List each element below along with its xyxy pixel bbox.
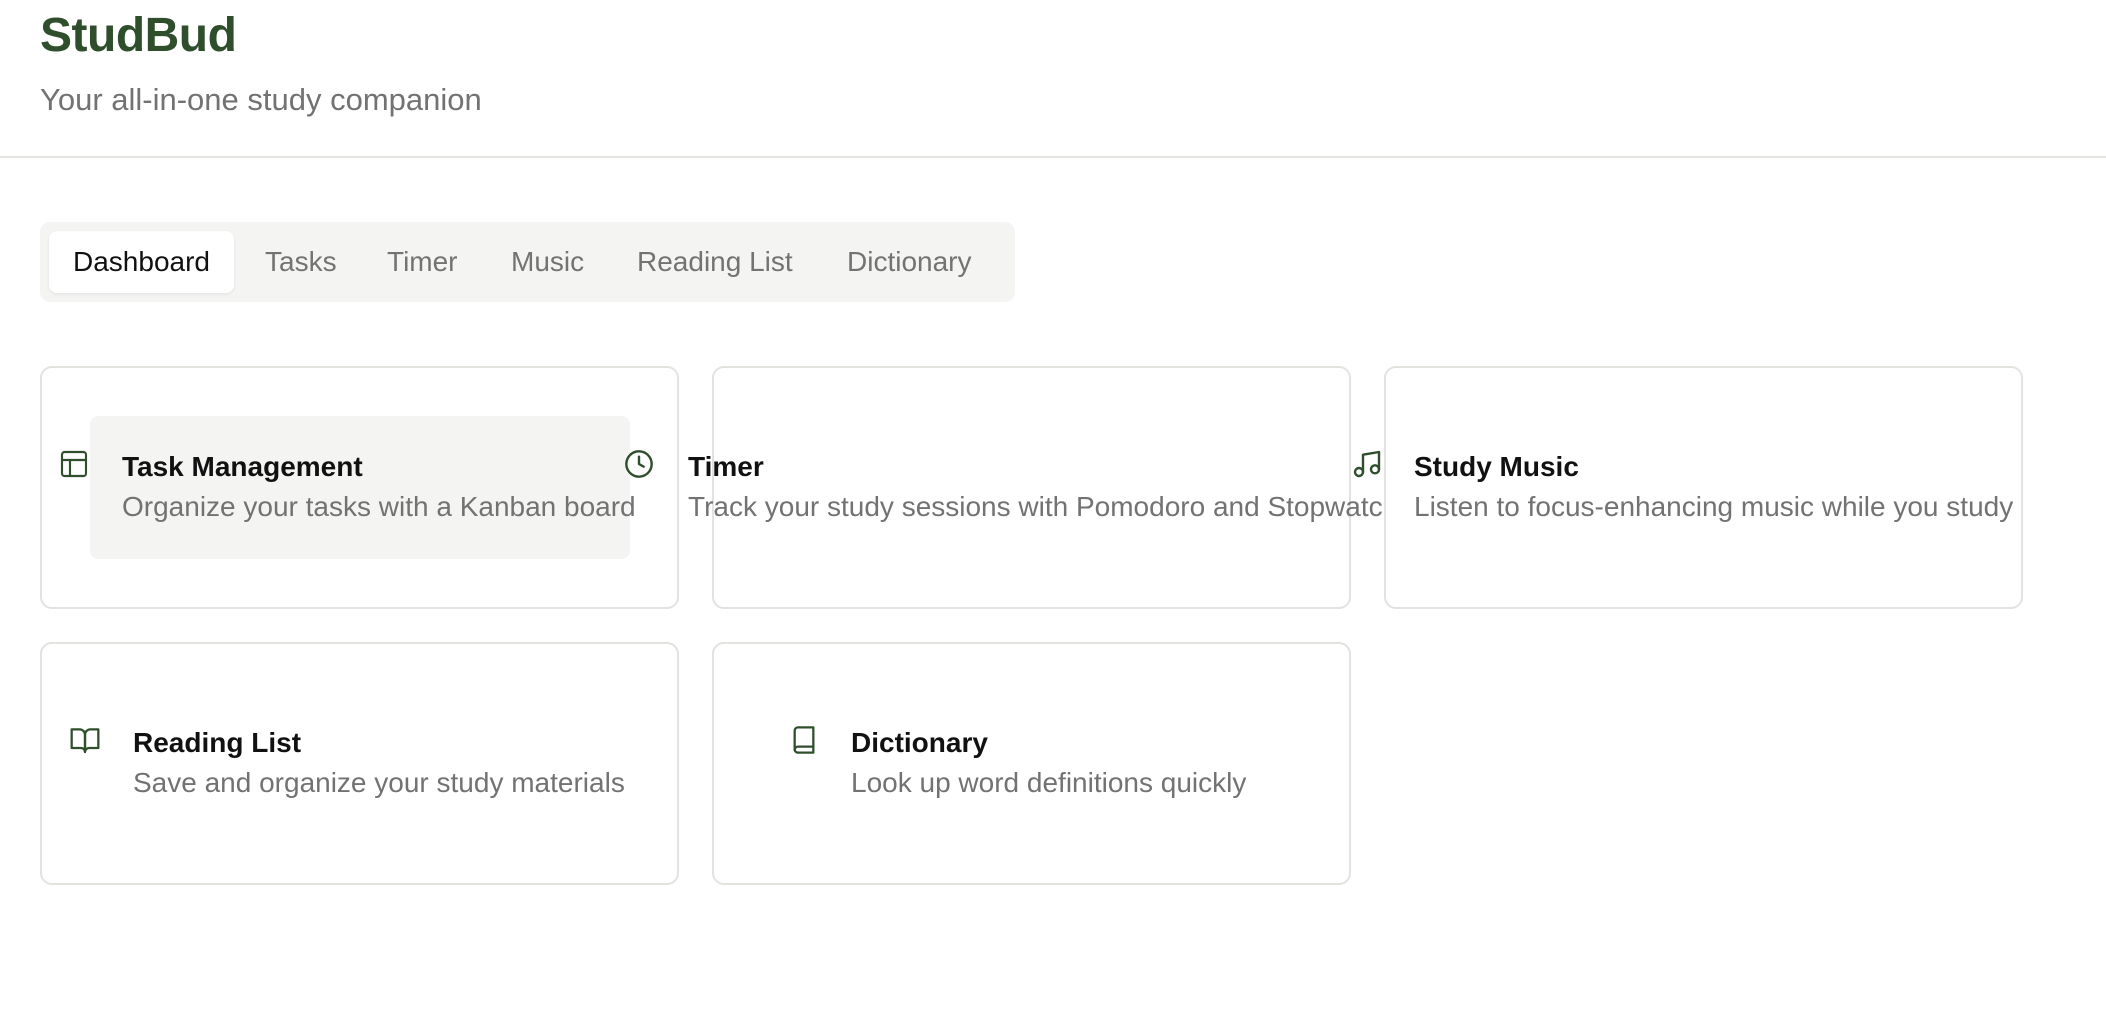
- tab-dashboard[interactable]: Dashboard: [49, 231, 234, 293]
- app-title: StudBud: [40, 9, 237, 62]
- card-title: Timer: [688, 451, 764, 482]
- app-subtitle: Your all-in-one study companion: [40, 82, 482, 117]
- clock-icon: [623, 448, 655, 480]
- card-description: Listen to focus-enhancing music while yo…: [1414, 491, 2014, 522]
- card-timer[interactable]: [712, 366, 1351, 609]
- card-description: Look up word definitions quickly: [851, 767, 1247, 798]
- tab-dictionary[interactable]: Dictionary: [847, 231, 971, 293]
- tab-tasks[interactable]: Tasks: [265, 231, 337, 293]
- card-title: Task Management: [122, 451, 363, 482]
- card-dictionary[interactable]: [712, 642, 1351, 885]
- book-icon: [788, 724, 820, 756]
- music-icon: [1351, 448, 1383, 480]
- card-title: Reading List: [133, 727, 302, 758]
- tab-timer[interactable]: Timer: [387, 231, 458, 293]
- tab-bar: Dashboard Tasks Timer Music Reading List…: [40, 222, 1015, 302]
- layout-icon: [58, 448, 90, 480]
- card-reading-list[interactable]: [40, 642, 679, 885]
- app-header: StudBud Your all-in-one study companion: [0, 0, 2106, 158]
- card-description: Save and organize your study materials: [133, 767, 625, 798]
- tab-music[interactable]: Music: [511, 231, 584, 293]
- card-task-management-highlight: [90, 416, 630, 559]
- card-study-music[interactable]: [1384, 366, 2023, 609]
- book-open-icon: [69, 724, 101, 756]
- card-title: Study Music: [1414, 451, 1579, 482]
- card-title: Dictionary: [851, 727, 988, 758]
- card-description: Track your study sessions with Pomodoro …: [688, 491, 1382, 522]
- card-description: Organize your tasks with a Kanban board: [122, 491, 636, 522]
- tab-reading-list[interactable]: Reading List: [637, 231, 793, 293]
